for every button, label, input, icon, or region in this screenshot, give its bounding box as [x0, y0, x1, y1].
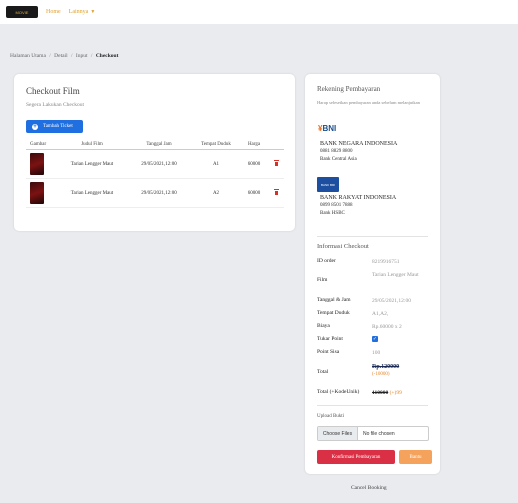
unique-code: (+)99 [389, 390, 402, 396]
breadcrumb-separator: / [71, 53, 73, 59]
movie-poster [30, 153, 44, 175]
trash-icon[interactable] [273, 160, 279, 166]
seat-value: A1,A2, [372, 311, 389, 317]
bank-branch: Bank HSBC [320, 211, 345, 216]
date-value: 29/05/2021,12:00 [372, 298, 411, 304]
choose-files-button[interactable]: Choose Files [318, 427, 358, 440]
bni-logo: ¥BNI [318, 124, 337, 133]
bank-info-bri: BANK RAKYAT INDONESIA 0899 8501 7888 Ban… [320, 194, 396, 218]
checkout-title: Checkout Film [26, 86, 80, 96]
divider [317, 405, 428, 406]
plus-circle-icon: + [32, 123, 38, 130]
film-label: Film [317, 277, 328, 283]
checkout-subtitle: Segera Lakukan Checkout [26, 102, 85, 108]
site-logo[interactable]: MOVIE [6, 6, 38, 18]
divider [317, 236, 428, 237]
nav-home-link[interactable]: Home [46, 9, 61, 15]
help-button[interactable]: Bantu [399, 450, 432, 464]
column-header-price: Harga [247, 142, 261, 147]
info-row-date: Tanggal & Jam 29/05/2021,12:00 [317, 297, 432, 305]
table-header: Gambar Judul Film Tanggal Jam Tempat Dud… [26, 140, 284, 150]
info-row-point: Tukar Point ✓ [317, 336, 432, 342]
breadcrumb-input[interactable]: Input [76, 53, 88, 59]
logo-text: MOVIE [15, 9, 29, 15]
bank-info-bni: BANK NEGARA INDONESIA 0881 8829 8800 Ban… [320, 140, 397, 164]
chevron-down-icon[interactable]: ▼ [90, 10, 95, 15]
price-cell: 60000 [247, 190, 261, 196]
remain-label: Point Sisa [317, 349, 340, 355]
bank-account-number: 0881 8829 8800 [320, 149, 353, 154]
info-row-order: ID order 8219916751 [317, 258, 432, 266]
breadcrumb: Halaman Utama / Detail / Input / Checkou… [10, 53, 118, 59]
remain-value: 100 [372, 350, 381, 356]
film-title-cell: Tarian Lengger Maut [70, 190, 114, 196]
file-status-text: No file chosen [363, 430, 395, 437]
seat-label: Tempat Duduk [317, 310, 350, 316]
total-value: Rp.120000 [372, 364, 400, 370]
point-label: Tukar Point [317, 336, 343, 342]
cost-value: Rp.60000 x 2 [372, 324, 402, 330]
unique-label: Total (+KodeUnik) [317, 389, 360, 395]
bri-logo: BANK BRI [317, 177, 339, 192]
info-row-cost: Biaya Rp.60000 x 2 [317, 323, 432, 331]
movie-poster [30, 182, 44, 204]
checkout-card: Checkout Film Segera Lakukan Checkout + … [14, 74, 295, 231]
price-cell: 60000 [247, 161, 261, 167]
seat-cell: A2 [212, 190, 220, 196]
total-discount: (-10000) [372, 372, 390, 377]
date-label: Tanggal & Jam [317, 297, 351, 303]
info-row-seat: Tempat Duduk A1,A2, [317, 310, 432, 318]
column-header-image: Gambar [30, 142, 47, 147]
info-row-unique: Total (+KodeUnik) 110000 (+)99 [317, 389, 432, 397]
payment-title: Rekening Pembayaran [317, 85, 381, 93]
bank-name: BANK RAKYAT INDONESIA [320, 195, 397, 201]
payment-note: Harap seleseikan pembayaran anda sebelum… [317, 100, 420, 105]
add-ticket-button[interactable]: + Tambah Ticket [26, 120, 83, 133]
table-row: Tarian Lengger Maut 29/05/2021,12:00 A2 … [26, 179, 284, 208]
seat-cell: A1 [212, 161, 220, 167]
info-title: Informasi Checkout [317, 243, 369, 250]
ticket-table: Gambar Judul Film Tanggal Jam Tempat Dud… [26, 140, 284, 208]
nav-more-link[interactable]: Lainnya [69, 9, 89, 15]
confirm-payment-button[interactable]: Konfirmasi Pembayaran [317, 450, 395, 464]
info-row-remain: Point Sisa 100 [317, 349, 432, 357]
payment-card: Rekening Pembayaran Harap seleseikan pem… [305, 74, 440, 474]
navbar: MOVIE Home Lainnya ▼ [0, 0, 518, 24]
breadcrumb-separator: / [49, 53, 51, 59]
bank-name: BANK NEGARA INDONESIA [320, 141, 398, 147]
table-row: Tarian Lengger Maut 29/05/2021,12:00 A1 … [26, 150, 284, 179]
info-row-film: Film Tarian Lengger Maut [317, 271, 432, 283]
info-row-total: Total Rp.120000 (-10000) [317, 363, 432, 379]
upload-label: Upload Bukti [317, 414, 345, 419]
tukar-point-checkbox[interactable]: ✓ [372, 336, 378, 342]
total-label: Total [317, 369, 329, 375]
breadcrumb-separator: / [90, 53, 93, 59]
datetime-cell: 29/05/2021,12:00 [141, 190, 177, 196]
breadcrumb-detail[interactable]: Detail [54, 53, 67, 59]
datetime-cell: 29/05/2021,12:00 [141, 161, 177, 167]
column-header-seat: Tempat Duduk [201, 142, 231, 147]
breadcrumb-home[interactable]: Halaman Utama [10, 53, 46, 59]
cancel-booking-link[interactable]: Cancel Booking [351, 485, 387, 491]
bank-branch: Bank Central Asia [320, 157, 357, 162]
column-header-datetime: Tanggal Jam [146, 142, 172, 147]
cost-label: Biaya [317, 323, 330, 329]
column-header-film: Judul Film [81, 142, 103, 147]
unique-total-value: 110000 [372, 390, 389, 396]
film-title-cell: Tarian Lengger Maut [70, 161, 114, 167]
film-value: Tarian Lengger Maut [372, 272, 419, 278]
breadcrumb-current: Checkout [95, 53, 119, 59]
add-ticket-label: Tambah Ticket [43, 124, 73, 129]
trash-icon[interactable] [273, 189, 279, 195]
file-upload-input[interactable]: Choose Files No file chosen [317, 426, 429, 441]
order-label: ID order [317, 258, 336, 264]
order-value: 8219916751 [372, 259, 400, 265]
bank-account-number: 0899 8501 7888 [320, 203, 353, 208]
